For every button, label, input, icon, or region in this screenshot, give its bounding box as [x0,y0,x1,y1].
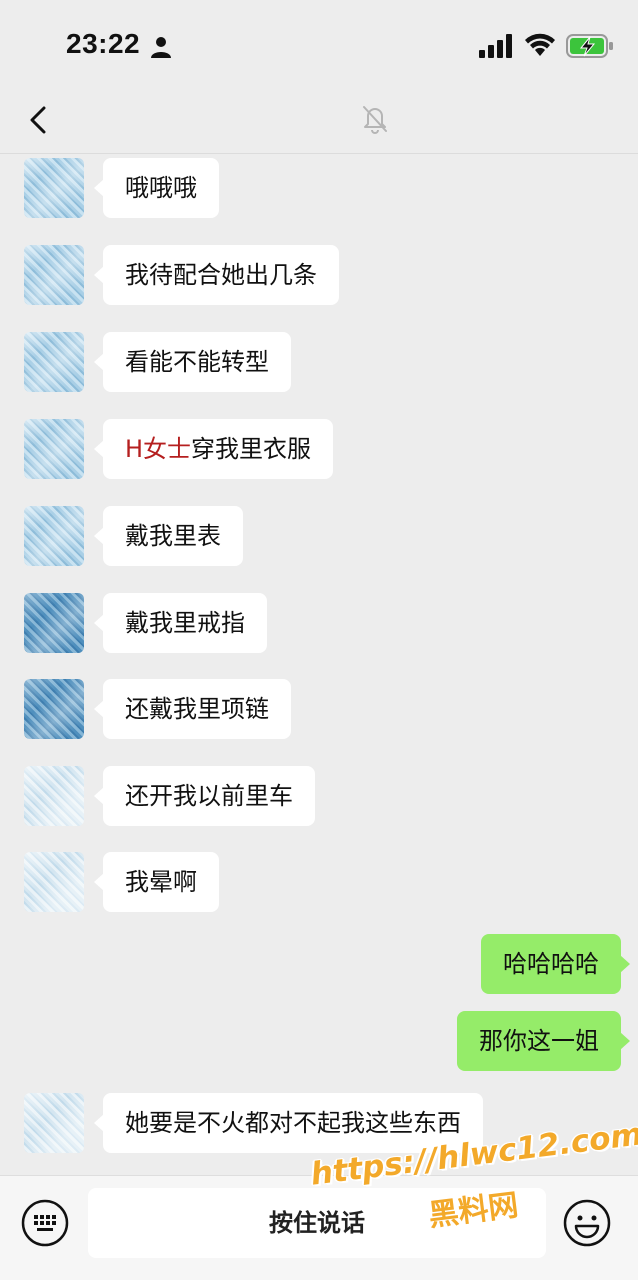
signal-icon [479,34,512,58]
outgoing-message-bubble[interactable]: 哈哈哈哈 [481,934,630,994]
message-row: 哦哦哦 [0,155,638,221]
message-row: H女士穿我里衣服 [0,416,638,482]
status-time: 23:22 [66,28,141,59]
outgoing-message-bubble[interactable]: 那你这一姐 [457,1011,630,1071]
message-row: 那你这一姐 [0,1008,638,1074]
contact-avatar[interactable] [24,766,84,826]
mute-icon [363,106,387,134]
incoming-message-bubble[interactable]: 看能不能转型 [94,332,291,392]
message-row: 看能不能转型 [0,329,638,395]
contact-avatar[interactable] [24,1093,84,1153]
incoming-message-bubble[interactable]: 戴我里表 [94,506,243,566]
incoming-message-bubble[interactable]: H女士穿我里衣服 [93,419,334,479]
message-list[interactable]: 哦哦哦 我待配合她出几条 看能不能转型 H女士穿我里衣服 戴我里表 戴我里戒指 … [0,155,638,1175]
incoming-message-bubble[interactable]: 还开我以前里车 [94,766,315,826]
contact-avatar[interactable] [24,332,84,392]
chat-header [0,92,638,154]
incoming-message-bubble[interactable]: 哦哦哦 [94,158,219,218]
message-text: 我晕啊 [125,868,197,896]
message-text: 还开我以前里车 [125,782,293,810]
contact-avatar[interactable] [24,158,84,218]
message-row: 还开我以前里车 [0,763,638,829]
message-row: 还戴我里项链 [0,676,638,742]
message-text: 那你这一姐 [479,1027,599,1055]
contact-avatar[interactable] [24,506,84,566]
message-text: 看能不能转型 [125,348,269,376]
incoming-message-bubble[interactable]: 戴我里戒指 [94,593,267,653]
wifi-icon [525,33,555,56]
message-text: 我待配合她出几条 [125,261,317,289]
contact-avatar[interactable] [24,852,84,912]
contact-avatar[interactable] [24,679,84,739]
message-text: 还戴我里项链 [125,695,269,723]
message-text: 穿我里衣服 [191,435,312,463]
message-row: 我待配合她出几条 [0,242,638,308]
incoming-message-bubble[interactable]: 我晕啊 [94,852,219,912]
message-text: 哦哦哦 [125,174,197,202]
contact-avatar[interactable] [24,419,84,479]
message-text: 哈哈哈哈 [503,950,599,978]
message-text: 戴我里戒指 [125,609,245,637]
message-text: 戴我里表 [125,522,221,550]
person-icon [151,37,171,58]
message-row: 哈哈哈哈 [0,931,638,997]
message-row: 我晕啊 [0,849,638,915]
highlighted-text: H女士 [125,435,192,463]
message-row: 戴我里表 [0,503,638,569]
watermark-name: 黑料网 [426,1187,521,1234]
back-icon[interactable] [24,100,54,140]
contact-avatar[interactable] [24,593,84,653]
incoming-message-bubble[interactable]: 我待配合她出几条 [94,245,339,305]
message-row: 戴我里戒指 [0,590,638,656]
keyboard-icon[interactable] [20,1198,70,1248]
contact-avatar[interactable] [24,245,84,305]
status-bar: 23:22 [0,0,638,92]
message-text: 她要是不火都对不起我这些东西 [125,1109,461,1137]
battery-charging-icon [566,34,613,58]
incoming-message-bubble[interactable]: 还戴我里项链 [94,679,291,739]
